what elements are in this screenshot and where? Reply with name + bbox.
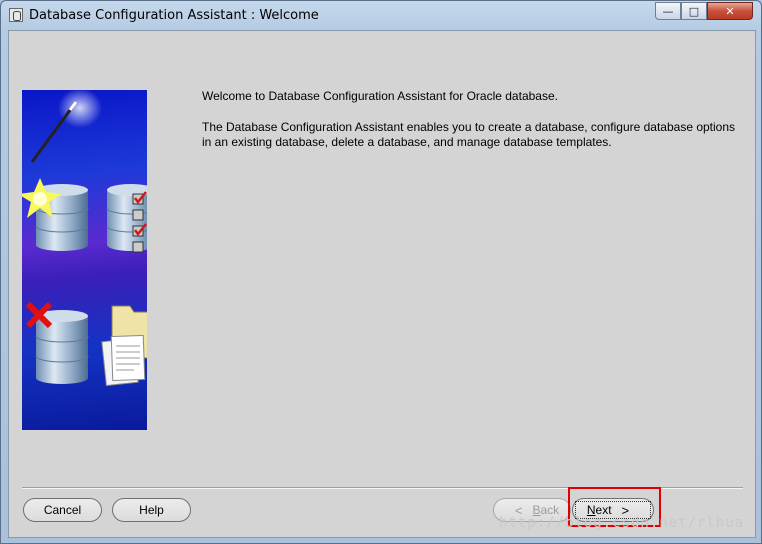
watermark-text: http://blog.csdn.net/rlhua [499,515,745,531]
dbca-window: Database Configuration Assistant : Welco… [0,0,762,544]
dialog-body: Welcome to Database Configuration Assist… [8,30,756,538]
maximize-button[interactable]: □ [681,2,707,20]
close-button[interactable]: ✕ [707,2,753,20]
wizard-illustration [22,90,147,430]
configure-database-icon [106,184,147,253]
delete-database-icon [25,301,89,384]
database-app-icon [9,8,23,22]
welcome-heading: Welcome to Database Configuration Assist… [202,89,558,103]
window-title: Database Configuration Assistant : Welco… [29,8,319,23]
welcome-description: The Database Configuration Assistant ena… [202,119,736,150]
templates-folder-icon [101,305,147,387]
welcome-text: Welcome to Database Configuration Assist… [202,89,747,151]
minimize-button[interactable]: — [655,2,681,20]
magic-wand-icon [30,90,102,163]
title-bar[interactable]: Database Configuration Assistant : Welco… [1,1,761,29]
help-button[interactable]: Help [112,498,191,522]
cancel-button[interactable]: Cancel [23,498,102,522]
